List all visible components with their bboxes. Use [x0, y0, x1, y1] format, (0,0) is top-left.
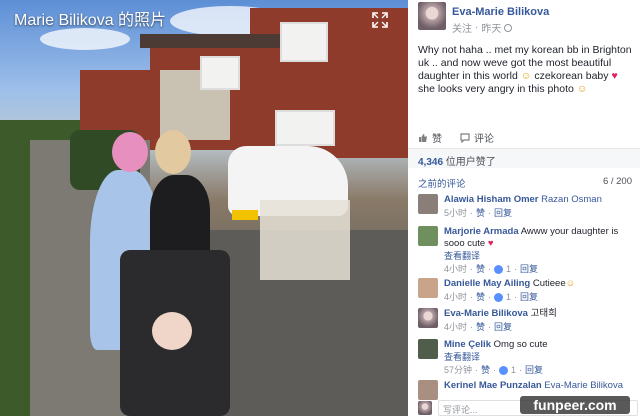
man-head: [155, 130, 191, 174]
comment-meta: 4小时 · 赞 · 回复: [444, 321, 513, 333]
like-reaction-icon: [494, 264, 504, 274]
comment-time[interactable]: 4小时: [444, 291, 467, 303]
comment-count: 6 / 200: [602, 176, 632, 187]
comment-like-link[interactable]: 赞: [476, 291, 485, 303]
comment-button[interactable]: 评论: [460, 130, 494, 145]
roof: [140, 34, 290, 48]
comments-header: 之前的评论 6 / 200: [418, 176, 632, 190]
comment-author[interactable]: Marjorie Armada: [444, 226, 519, 237]
comment: Alawia Hisham Omer Razan Osman 5小时 · 赞 · 回…: [418, 194, 638, 219]
comment-time[interactable]: 57分钟: [444, 364, 472, 376]
comment-text[interactable]: Razan Osman: [539, 194, 602, 205]
comment-author[interactable]: Alawia Hisham Omer: [444, 194, 539, 205]
like-reaction-icon: [499, 365, 509, 375]
comment-reply-link[interactable]: 回复: [520, 263, 538, 275]
comment-meta: 5小时 · 赞 · 回复: [444, 207, 513, 219]
like-reaction-icon: [494, 292, 504, 302]
comment-reply-link[interactable]: 回复: [525, 364, 543, 376]
post-time[interactable]: 昨天: [481, 20, 501, 35]
comment-like-link[interactable]: 赞: [476, 207, 485, 219]
comment-time[interactable]: 5小时: [444, 207, 467, 219]
like-button[interactable]: 赞: [418, 130, 442, 145]
watermark: funpeer.com: [520, 396, 630, 414]
follow-link[interactable]: 关注: [452, 20, 472, 35]
reaction-count[interactable]: 1: [511, 364, 516, 376]
see-translation-link[interactable]: 查看翻译: [444, 351, 548, 363]
window: [275, 110, 335, 146]
license-plate: [232, 210, 258, 220]
avatar[interactable]: [418, 380, 438, 400]
comment-icon: [460, 132, 470, 143]
comment-meta: 4小时 · 赞 · 1 · 回复: [444, 263, 539, 275]
comment-reply-link[interactable]: 回复: [494, 207, 512, 219]
laugh-emoji-icon: ☺: [576, 83, 588, 95]
woman-head: [112, 132, 148, 172]
post-text: Why not haha .. met my korean bb in Brig…: [418, 44, 636, 96]
see-translation-link[interactable]: 查看翻译: [444, 250, 638, 262]
comment-like-link[interactable]: 赞: [476, 263, 485, 275]
avatar[interactable]: [418, 339, 438, 359]
comment-time[interactable]: 4小时: [444, 263, 467, 275]
comment-author[interactable]: Mine Çelik: [444, 339, 491, 350]
avatar[interactable]: [418, 308, 438, 328]
post-text-line2: czekorean baby: [534, 70, 612, 82]
window: [280, 22, 328, 62]
post-meta: 关注 · 昨天: [452, 20, 549, 35]
author-name[interactable]: Eva-Marie Bilikova: [452, 6, 549, 18]
comment-reply-link[interactable]: 回复: [520, 291, 538, 303]
comment: Marjorie Armada Awww your daughter is so…: [418, 226, 638, 275]
cloud: [40, 28, 130, 50]
comment-meta: 4小时 · 赞 · 1 · 回复: [444, 291, 539, 303]
separator: ·: [475, 22, 479, 33]
window: [200, 56, 240, 90]
baby: [152, 312, 192, 350]
avatar[interactable]: [418, 278, 438, 298]
avatar: [418, 401, 432, 415]
reaction-count[interactable]: 1: [506, 291, 511, 303]
comment-time[interactable]: 4小时: [444, 321, 467, 333]
likes-summary[interactable]: 4,346 位用户赞了: [408, 148, 640, 168]
comment: Mine Çelik Omg so cute 查看翻译 57分钟 · 赞 · 1 · …: [418, 339, 638, 376]
post-photo[interactable]: Marie Bilikova 的照片: [0, 0, 408, 416]
comment-author[interactable]: Eva-Marie Bilikova: [444, 308, 528, 319]
thumbs-up-icon: [419, 133, 427, 142]
heart-emoji-icon: ♥: [611, 70, 618, 82]
fence: [260, 200, 350, 280]
post-header: Eva-Marie Bilikova 关注 · 昨天: [418, 2, 549, 38]
post-panel: Eva-Marie Bilikova 关注 · 昨天 Why not haha …: [408, 0, 640, 416]
comment-meta: 57分钟 · 赞 · 1 · 回复: [444, 364, 544, 376]
avatar[interactable]: [418, 194, 438, 214]
comment-text: 고태희: [527, 308, 557, 319]
comment-reply-link[interactable]: 回复: [494, 321, 512, 333]
reaction-count[interactable]: 1: [506, 263, 511, 275]
comment-text: Cutieee: [530, 278, 566, 289]
photo-title: Marie Bilikova 的照片: [14, 12, 167, 29]
likes-count[interactable]: 4,346: [418, 157, 443, 168]
previous-comments-link[interactable]: 之前的评论: [418, 176, 466, 190]
grin-emoji-icon: ☺: [520, 70, 532, 82]
comment: Eva-Marie Bilikova 고태희 4小时 · 赞 · 回复: [418, 308, 638, 333]
post-text-line3: she looks very angry in this photo: [418, 83, 577, 95]
likes-suffix: 位用户赞了: [443, 157, 496, 168]
comment-like-link[interactable]: 赞: [476, 321, 485, 333]
comment: Danielle May Ailing Cutieee☺ 4小时 · 赞 · 1 · …: [418, 278, 638, 303]
comment-label: 评论: [474, 134, 494, 145]
expand-icon[interactable]: [372, 12, 388, 28]
avatar[interactable]: [418, 2, 446, 30]
comment-like-link[interactable]: 赞: [481, 364, 490, 376]
comment-author[interactable]: Kerinel Mae Punzalan: [444, 380, 542, 391]
avatar[interactable]: [418, 226, 438, 246]
comment-text[interactable]: Eva-Marie Bilikova: [542, 380, 623, 391]
heart-emoji-icon: ♥: [487, 238, 494, 249]
like-label: 赞: [432, 134, 442, 145]
laugh-emoji-icon: ☺: [565, 278, 576, 289]
globe-icon: [504, 23, 513, 32]
comment-author[interactable]: Danielle May Ailing: [444, 278, 530, 289]
post-actions: 赞 评论: [418, 130, 494, 145]
comment-text: Omg so cute: [491, 339, 548, 350]
